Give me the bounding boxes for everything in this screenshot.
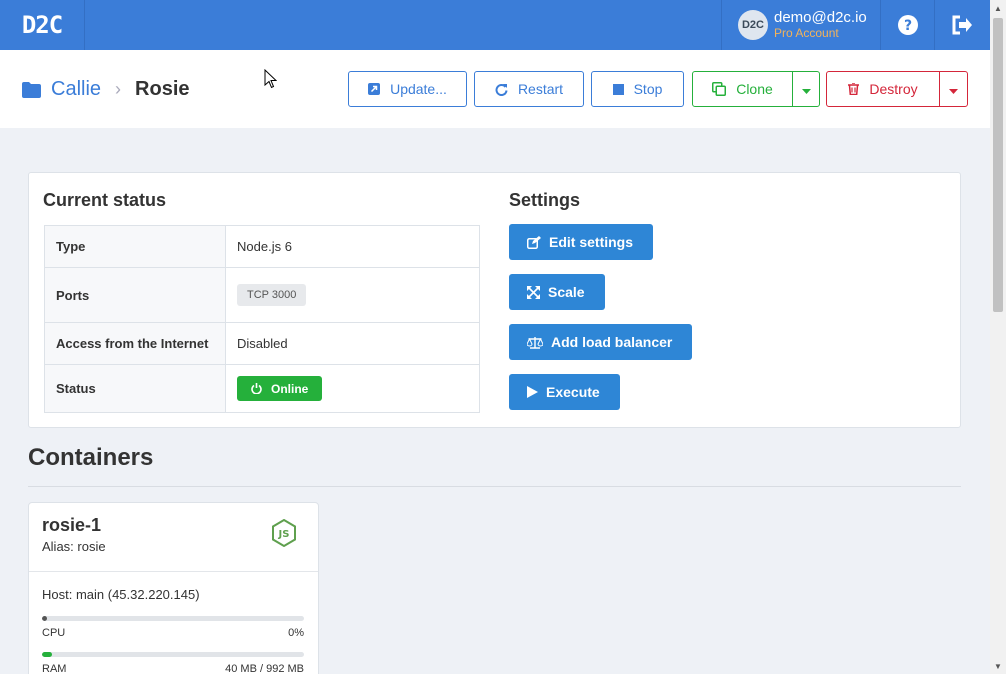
breadcrumb: Callie › Rosie [22,78,190,101]
status-row-status: Status Online [44,364,480,413]
folder-icon [22,81,41,98]
top-navbar: D2C D2C demo@d2c.io Pro Account ? [0,0,990,50]
logout-icon[interactable] [935,0,989,50]
edit-icon [527,235,541,249]
status-row-access: Access from the Internet Disabled [44,322,480,365]
d2c-logo[interactable]: D2C [0,0,85,50]
add-load-balancer-label: Add load balancer [551,334,673,350]
play-icon [527,386,538,398]
cpu-bar [42,616,304,621]
access-key: Access from the Internet [44,322,226,365]
external-link-icon [368,83,381,95]
svg-text:JS: JS [278,529,290,540]
stop-button[interactable]: Stop [591,71,684,107]
help-icon[interactable]: ? [881,0,935,50]
ram-bar [42,652,304,657]
power-icon [251,383,262,394]
containers-title: Containers [28,444,154,471]
status-row-type: Type Node.js 6 [44,225,480,268]
edit-settings-label: Edit settings [549,234,634,250]
status-row-ports: Ports TCP 3000 [44,267,480,323]
trash-icon [848,83,860,95]
destroy-button[interactable]: Destroy [826,71,940,107]
destroy-dropdown-toggle[interactable] [939,71,968,107]
destroy-button-label: Destroy [869,81,918,97]
status-key: Status [44,364,226,413]
scale-button[interactable]: Scale [509,274,605,310]
add-load-balancer-button[interactable]: Add load balancer [509,324,693,360]
clone-dropdown-toggle[interactable] [792,71,820,107]
page-header: Callie › Rosie Update... Restart Stop Cl… [0,50,990,128]
section-divider [28,486,961,487]
cpu-label: CPU [42,627,66,639]
breadcrumb-current: Rosie [135,78,190,100]
port-tag: TCP 3000 [237,284,307,306]
status-badge: Online [237,376,323,401]
status-badge-label: Online [271,381,309,396]
settings-title: Settings [509,190,581,210]
breadcrumb-parent-link[interactable]: Callie [51,78,101,101]
container-alias: Alias: rosie [42,539,106,554]
user-menu[interactable]: D2C demo@d2c.io Pro Account [721,0,881,50]
scroll-up-arrow-icon[interactable]: ▲ [990,0,1006,16]
container-name: rosie-1 [42,515,102,535]
ports-key: Ports [44,267,226,323]
container-card[interactable]: rosie-1 Alias: rosie JS Host: main (45.3… [28,502,319,674]
scroll-down-arrow-icon[interactable]: ▼ [990,658,1006,674]
execute-button[interactable]: Execute [509,374,620,410]
breadcrumb-separator: › [115,79,122,99]
balance-scale-icon [527,336,543,349]
card-divider [29,571,318,572]
container-host: Host: main (45.32.220.145) [42,587,200,602]
type-value: Node.js 6 [225,225,480,268]
ram-label: RAM [42,663,67,674]
caret-down-icon [949,81,958,97]
current-status-title: Current status [43,190,167,210]
mouse-cursor [264,69,277,89]
ram-value: 40 MB / 992 MB [225,663,304,674]
user-avatar: D2C [738,10,768,40]
access-value: Disabled [225,322,480,365]
cpu-value: 0% [288,627,304,639]
type-key: Type [44,225,226,268]
restart-button[interactable]: Restart [474,71,584,107]
page-scrollbar[interactable]: ▲ ▼ [990,0,1006,674]
edit-settings-button[interactable]: Edit settings [509,224,654,260]
stop-icon [612,83,624,95]
scale-label: Scale [548,284,585,300]
caret-down-icon [801,81,811,97]
update-button-label: Update... [390,81,447,97]
execute-label: Execute [546,384,600,400]
svg-text:?: ? [903,18,911,34]
clone-button[interactable]: Clone [692,71,793,107]
copy-icon [712,82,727,96]
update-button[interactable]: Update... [348,71,467,107]
restart-button-label: Restart [517,81,564,97]
status-panel: Current status Type Node.js 6 Ports TCP … [28,172,961,428]
user-plan: Pro Account [774,26,839,40]
scroll-thumb[interactable] [993,18,1003,312]
expand-icon [527,285,540,299]
stop-button-label: Stop [633,81,663,97]
ram-bar-fill [42,652,53,657]
status-table: Type Node.js 6 Ports TCP 3000 Access fro… [44,225,480,413]
clone-button-label: Clone [736,81,773,97]
user-email: demo@d2c.io [774,9,867,26]
refresh-icon [495,83,508,96]
nodejs-icon: JS [271,518,297,552]
cpu-bar-fill [42,616,48,621]
